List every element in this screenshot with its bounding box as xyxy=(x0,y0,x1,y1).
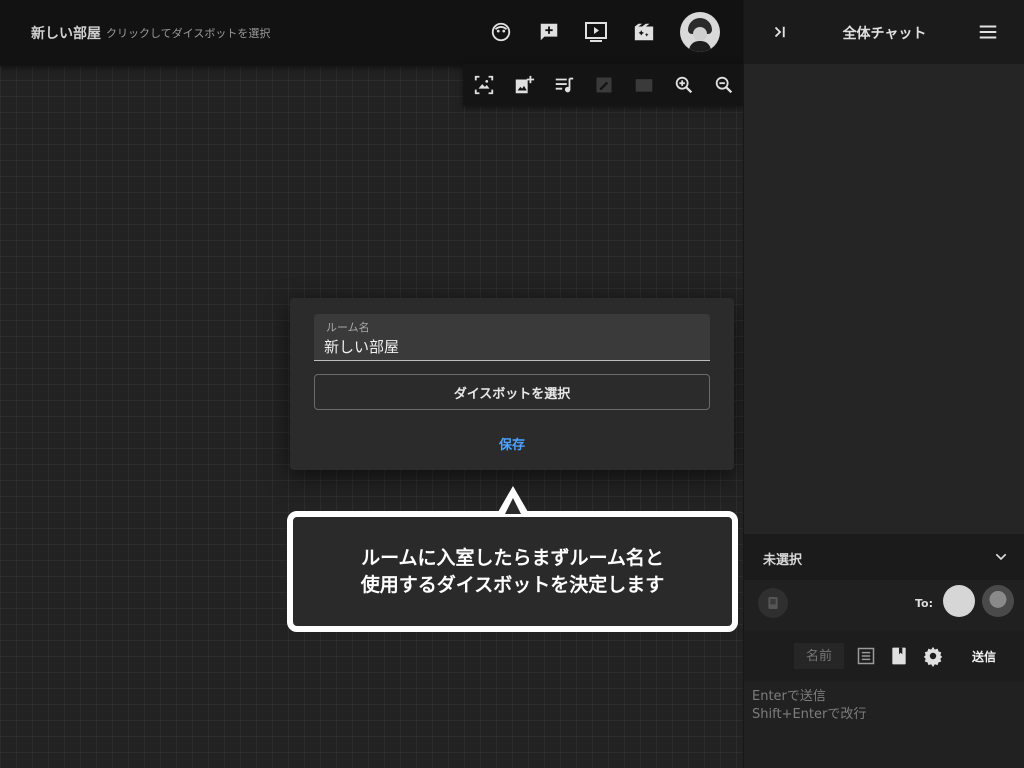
character-select-icon[interactable] xyxy=(758,588,788,618)
slideshow-icon[interactable] xyxy=(583,19,609,45)
save-button[interactable]: 保存 xyxy=(472,428,552,458)
room-hint[interactable]: クリックしてダイスボットを選択 xyxy=(106,25,270,41)
board-toolbar xyxy=(463,64,743,106)
message-area xyxy=(744,682,1024,768)
room-name-field[interactable]: ルーム名 xyxy=(314,314,710,361)
user-avatar[interactable] xyxy=(680,12,720,52)
room-title[interactable]: 新しい部屋 xyxy=(31,23,101,43)
room-name-label: ルーム名 xyxy=(326,321,370,334)
list-icon[interactable] xyxy=(854,644,878,668)
send-button[interactable]: 送信 xyxy=(964,644,1004,668)
callout-text: ルームに入室したらまずルーム名と 使用するダイスボットを決定します xyxy=(361,545,664,599)
select-dicebot-button[interactable]: ダイスボットを選択 xyxy=(314,374,710,410)
chat-tools-row: 送信 xyxy=(744,631,1024,681)
movie-magic-icon[interactable] xyxy=(631,19,657,45)
callout-line-1: ルームに入室したらまずルーム名と xyxy=(361,546,664,569)
image-select-icon[interactable] xyxy=(472,73,496,97)
chat-panel: 全体チャット 未選択 To: 名前 送信 Enterで送信 Shift+Ente… xyxy=(743,0,1024,768)
to-label: To: xyxy=(915,597,933,610)
top-bar: 新しい部屋 クリックしてダイスボットを選択 xyxy=(0,0,743,66)
playlist-icon[interactable] xyxy=(552,73,576,97)
zoom-in-icon[interactable] xyxy=(672,73,696,97)
recipient-label: 未選択 xyxy=(763,553,803,568)
chat-log[interactable] xyxy=(744,64,1024,534)
edit-box-icon[interactable] xyxy=(592,73,616,97)
callout-pointer-inner xyxy=(505,498,521,514)
recipient-avatar-user[interactable] xyxy=(982,585,1014,617)
name-input[interactable] xyxy=(794,643,844,669)
chat-composer: 未選択 To: 送信 xyxy=(744,534,1024,768)
recipient-avatar-blank[interactable] xyxy=(943,585,975,617)
message-input[interactable] xyxy=(752,688,1017,760)
zoom-out-icon[interactable] xyxy=(712,73,736,97)
chat-header: 全体チャット xyxy=(744,0,1024,64)
menu-icon[interactable] xyxy=(976,20,1000,44)
recipient-selector[interactable]: 未選択 xyxy=(744,534,1024,580)
add-comment-icon[interactable] xyxy=(536,19,562,45)
chevron-down-icon[interactable] xyxy=(989,545,1013,569)
gear-icon[interactable] xyxy=(921,644,945,668)
add-image-icon[interactable] xyxy=(512,73,536,97)
movie-icon[interactable] xyxy=(632,73,656,97)
face-icon[interactable] xyxy=(488,19,514,45)
callout-line-2: 使用するダイスボットを決定します xyxy=(360,573,665,596)
tutorial-callout: ルームに入室したらまずルーム名と 使用するダイスボットを決定します xyxy=(287,511,738,632)
room-settings-dialog: ルーム名 ダイスボットを選択 保存 xyxy=(290,298,734,470)
room-name-input[interactable] xyxy=(324,335,694,357)
book-icon[interactable] xyxy=(887,644,911,668)
